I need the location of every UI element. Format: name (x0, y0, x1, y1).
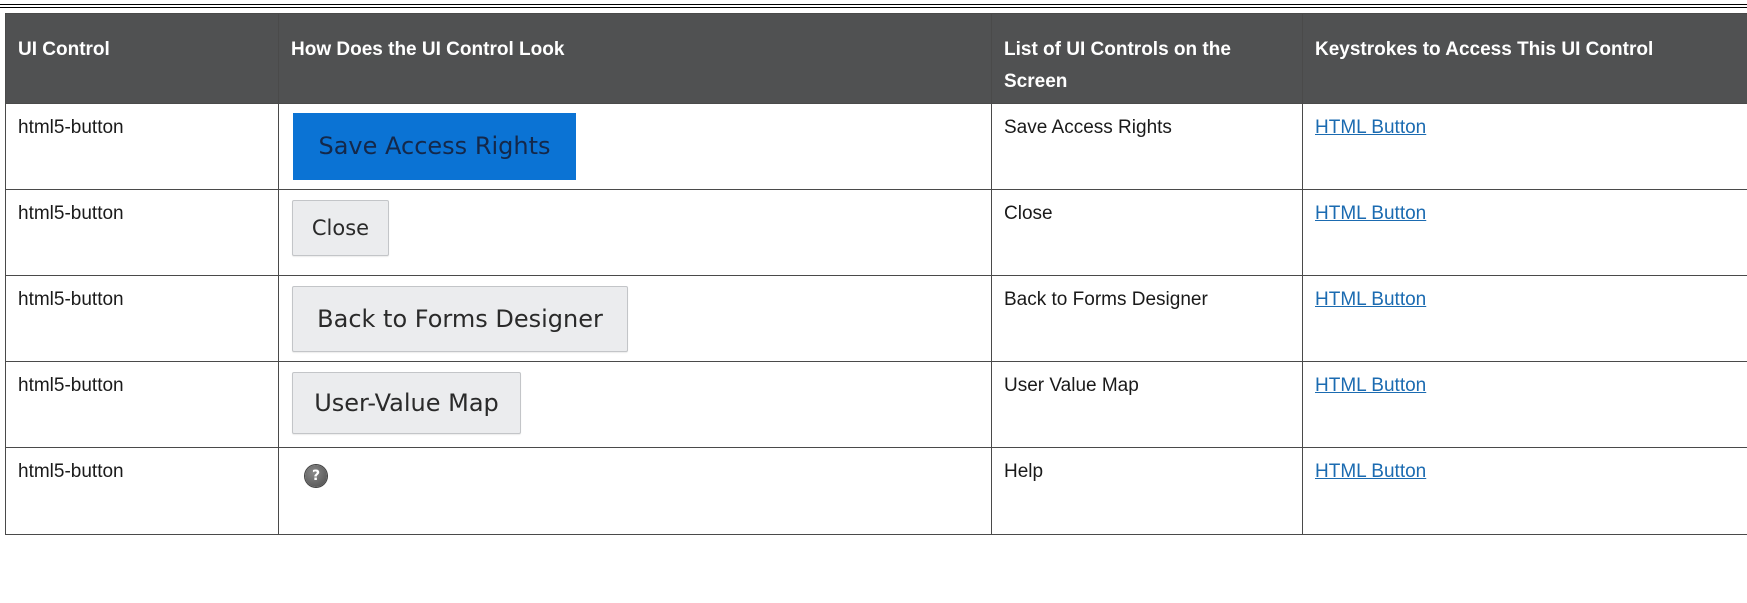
cell-keystrokes: HTML Button (1302, 361, 1747, 448)
cell-look: User-Value Map (278, 361, 992, 448)
cell-ui-control: html5-button (5, 189, 279, 276)
cell-keystrokes: HTML Button (1302, 447, 1747, 535)
cell-look: ? (278, 447, 992, 535)
cell-keystrokes: HTML Button (1302, 275, 1747, 362)
table-header-row: UI Control How Does the UI Control Look … (5, 13, 1747, 104)
table-row: html5-button User-Value Map User Value M… (5, 361, 1747, 448)
cell-control-name: Help (991, 447, 1303, 535)
cell-look: Close (278, 189, 992, 276)
header-how-look: How Does the UI Control Look (278, 13, 992, 104)
cell-ui-control: html5-button (5, 447, 279, 535)
html-button-link[interactable]: HTML Button (1315, 461, 1426, 482)
cell-keystrokes: HTML Button (1302, 189, 1747, 276)
cell-ui-control: html5-button (5, 103, 279, 190)
cell-control-name: User Value Map (991, 361, 1303, 448)
header-keystrokes: Keystrokes to Access This UI Control (1302, 13, 1747, 104)
cell-ui-control: html5-button (5, 361, 279, 448)
save-access-rights-button[interactable]: Save Access Rights (293, 113, 576, 180)
header-list-controls: List of UI Controls on the Screen (991, 13, 1303, 104)
back-to-forms-designer-button[interactable]: Back to Forms Designer (292, 286, 628, 352)
table-row: html5-button Close Close HTML Button (5, 189, 1747, 276)
html-button-link[interactable]: HTML Button (1315, 375, 1426, 396)
cell-keystrokes: HTML Button (1302, 103, 1747, 190)
table-row: html5-button ? Help HTML Button (5, 447, 1747, 535)
cell-control-name: Back to Forms Designer (991, 275, 1303, 362)
header-ui-control: UI Control (5, 13, 279, 104)
ui-controls-table: UI Control How Does the UI Control Look … (5, 13, 1747, 535)
table-row: html5-button Save Access Rights Save Acc… (5, 103, 1747, 190)
html-button-link[interactable]: HTML Button (1315, 117, 1426, 138)
cell-control-name: Close (991, 189, 1303, 276)
cell-control-name: Save Access Rights (991, 103, 1303, 190)
table-row: html5-button Back to Forms Designer Back… (5, 275, 1747, 362)
help-icon[interactable]: ? (305, 465, 327, 487)
close-button[interactable]: Close (292, 200, 389, 256)
cell-ui-control: html5-button (5, 275, 279, 362)
html-button-link[interactable]: HTML Button (1315, 289, 1426, 310)
html-button-link[interactable]: HTML Button (1315, 203, 1426, 224)
cell-look: Save Access Rights (278, 103, 992, 190)
cell-look: Back to Forms Designer (278, 275, 992, 362)
user-value-map-button[interactable]: User-Value Map (292, 372, 521, 434)
top-rule (0, 4, 1747, 8)
